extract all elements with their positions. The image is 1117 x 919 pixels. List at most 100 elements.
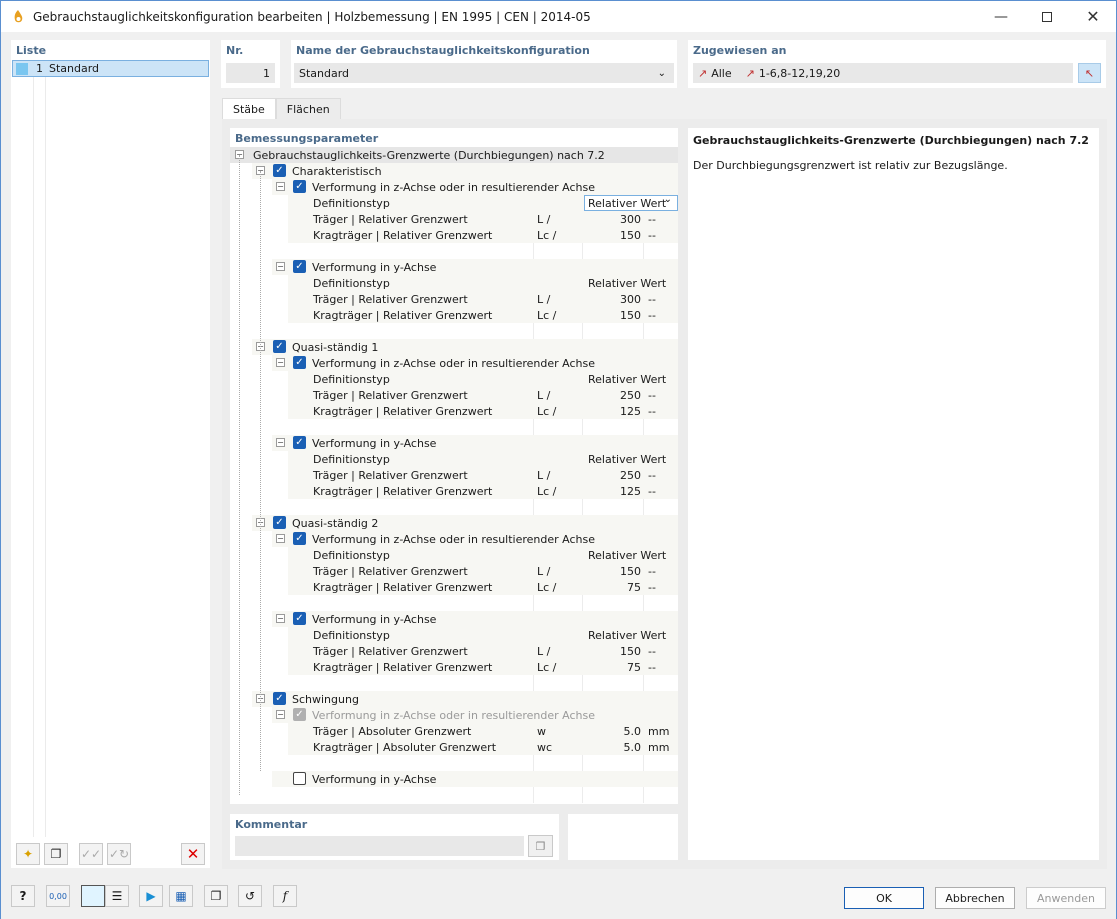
checkbox[interactable]: ✓ — [293, 260, 306, 273]
export-button[interactable]: ▦ — [169, 885, 193, 907]
value-field[interactable]: 150 — [585, 227, 641, 243]
value-field[interactable]: 125 — [585, 403, 641, 419]
tree-row[interactable]: − ✓ Verformung in z-Achse oder in resultie… — [230, 531, 678, 547]
tree-row[interactable]: − ✓ Verformung in z-Achse oder in resultie… — [230, 707, 678, 723]
minimize-button[interactable]: — — [978, 1, 1024, 32]
tree-row[interactable]: Träger | Relativer Grenzwert L / 150 -- — [230, 563, 678, 579]
tree-row[interactable]: Kragträger | Relativer Grenzwert Lc / 75 -- — [230, 579, 678, 595]
value-field[interactable]: 150 — [585, 643, 641, 659]
value-field[interactable]: 250 — [585, 387, 641, 403]
tree-row[interactable]: Definitionstyp Relativer Wert — [230, 627, 678, 643]
checkbox[interactable]: ✓ — [273, 516, 286, 529]
value-text[interactable]: Relativer Wert — [588, 627, 666, 643]
tree-row[interactable]: − ✓ Verformung in z-Achse oder in resultie… — [230, 179, 678, 195]
check-all-button[interactable]: ✓✓ — [79, 843, 103, 865]
value-field[interactable]: 250 — [585, 467, 641, 483]
tree-row[interactable]: − ✓ Schwingung — [230, 691, 678, 707]
tree-row[interactable]: Träger | Relativer Grenzwert L / 250 -- — [230, 387, 678, 403]
tree-row[interactable]: Kragträger | Relativer Grenzwert Lc / 125-… — [230, 483, 678, 499]
value-field[interactable]: 150 — [585, 563, 641, 579]
value-field[interactable]: 75 — [585, 579, 641, 595]
collapse-toggle-icon[interactable]: − — [276, 182, 285, 191]
close-button[interactable]: ✕ — [1070, 1, 1116, 32]
ok-button[interactable]: OK — [844, 887, 924, 909]
value-field[interactable]: 300 — [585, 211, 641, 227]
checkbox[interactable] — [293, 772, 306, 785]
tree-row[interactable]: − Gebrauchstauglichkeits-Grenzwerte (Durc… — [230, 147, 678, 163]
color-button[interactable] — [81, 885, 105, 907]
checkbox[interactable]: ✓ — [273, 340, 286, 353]
collapse-toggle-icon[interactable]: − — [276, 710, 285, 719]
tree-row[interactable]: Träger | Relativer Grenzwert L / 150 -- — [230, 643, 678, 659]
copy-item-button[interactable]: ❐ — [44, 843, 68, 865]
checkbox[interactable]: ✓ — [293, 436, 306, 449]
tree-row[interactable]: − ✓ Verformung in y-Achse — [230, 259, 678, 275]
checkbox[interactable]: ✓ — [293, 612, 306, 625]
tree-row[interactable]: Träger | Relativer Grenzwert L / 300 -- — [230, 291, 678, 307]
tree-row[interactable]: Definitionstyp Relativer Wert ⌄ — [230, 194, 678, 211]
value-text[interactable]: Relativer Wert — [588, 451, 666, 467]
members-button[interactable]: ▶ — [139, 885, 163, 907]
checkbox[interactable]: ✓ — [273, 164, 286, 177]
tree-row[interactable]: Träger | Absoluter Grenzwert w 5.0 mm — [230, 723, 678, 739]
collapse-toggle-icon[interactable]: − — [276, 262, 285, 271]
kommentar-copy-button[interactable]: ❐ — [528, 835, 553, 857]
tree-row[interactable]: Definitionstyp Relativer Wert — [230, 275, 678, 291]
tree-row[interactable]: − ✓ Charakteristisch — [230, 163, 678, 179]
value-text[interactable]: Relativer Wert — [588, 371, 666, 387]
collapse-toggle-icon[interactable]: − — [276, 358, 285, 367]
apply-button[interactable]: Anwenden — [1026, 887, 1106, 909]
tree-row[interactable]: − ✓ Verformung in z-Achse oder in resultie… — [230, 355, 678, 371]
tree-row[interactable]: Kragträger | Relativer Grenzwert Lc / 125-… — [230, 403, 678, 419]
name-select[interactable]: Standard ⌄ — [294, 63, 674, 83]
formula-button[interactable]: f — [273, 885, 297, 907]
checkbox[interactable]: ✓ — [273, 692, 286, 705]
tree-row[interactable]: Definitionstyp Relativer Wert — [230, 451, 678, 467]
select-in-model-button[interactable]: ↖ — [1078, 63, 1101, 83]
tree-row[interactable]: Kragträger | Relativer Grenzwert Lc / 150-… — [230, 227, 678, 243]
units-button[interactable]: 0,00 — [46, 885, 70, 907]
cancel-button[interactable]: Abbrechen — [935, 887, 1015, 909]
definition-type-select[interactable]: Relativer Wert ⌄ — [584, 194, 678, 211]
value-field[interactable]: 5.0 — [585, 723, 642, 739]
checkbox[interactable]: ✓ — [293, 356, 306, 369]
maximize-button[interactable] — [1024, 1, 1070, 32]
tree-row[interactable]: Definitionstyp Relativer Wert — [230, 371, 678, 387]
value-text[interactable]: Relativer Wert — [588, 275, 666, 291]
tree-row[interactable]: Definitionstyp Relativer Wert — [230, 547, 678, 563]
collapse-toggle-icon[interactable]: − — [276, 614, 285, 623]
value-field[interactable]: 125 — [585, 483, 641, 499]
tree-row[interactable]: Verformung in y-Achse — [230, 771, 678, 787]
tab-flaechen[interactable]: Flächen — [275, 98, 341, 120]
tree-row[interactable]: Kragträger | Absoluter Grenzwert wc 5.0 mm — [230, 739, 678, 755]
help-button[interactable]: ? — [11, 885, 35, 907]
value-field[interactable]: 150 — [585, 307, 641, 323]
tree-row[interactable]: − ✓ Quasi-ständig 1 — [230, 339, 678, 355]
copy-config-button[interactable]: ❐ — [204, 885, 228, 907]
tree-row[interactable]: Kragträger | Relativer Grenzwert Lc / 75 -- — [230, 659, 678, 675]
value-field[interactable]: 300 — [585, 291, 641, 307]
tree-row[interactable]: − ✓ Verformung in y-Achse — [230, 611, 678, 627]
value-field[interactable]: 75 — [585, 659, 641, 675]
assigned-members: 1-6,8-12,19,20 — [758, 66, 841, 80]
tree-row[interactable]: Kragträger | Relativer Grenzwert Lc / 150-… — [230, 307, 678, 323]
value-field[interactable]: 5.0 — [585, 739, 642, 755]
collapse-toggle-icon[interactable]: − — [276, 438, 285, 447]
reset-button[interactable]: ↺ — [238, 885, 262, 907]
checkbox[interactable]: ✓ — [293, 180, 306, 193]
tree-row[interactable]: Träger | Relativer Grenzwert L / 250 -- — [230, 467, 678, 483]
checkbox[interactable]: ✓ — [293, 532, 306, 545]
uncheck-button[interactable]: ✓↻ — [107, 843, 131, 865]
value-text[interactable]: Relativer Wert — [588, 547, 666, 563]
tree-row[interactable]: Träger | Relativer Grenzwert L / 300 -- — [230, 211, 678, 227]
assigned-field[interactable]: ↗ Alle ↗ 1-6,8-12,19,20 — [693, 63, 1073, 83]
tree-row[interactable]: − ✓ Quasi-ständig 2 — [230, 515, 678, 531]
collapse-toggle-icon[interactable]: − — [276, 534, 285, 543]
tree-view-button[interactable]: ☰ — [105, 885, 129, 907]
kommentar-input[interactable] — [235, 836, 524, 856]
list-item[interactable]: 1 Standard — [12, 60, 209, 77]
tab-staebe[interactable]: Stäbe — [222, 98, 276, 120]
delete-button[interactable]: ✕ — [181, 843, 205, 865]
new-item-button[interactable]: ✦ — [16, 843, 40, 865]
tree-row[interactable]: − ✓ Verformung in y-Achse — [230, 435, 678, 451]
